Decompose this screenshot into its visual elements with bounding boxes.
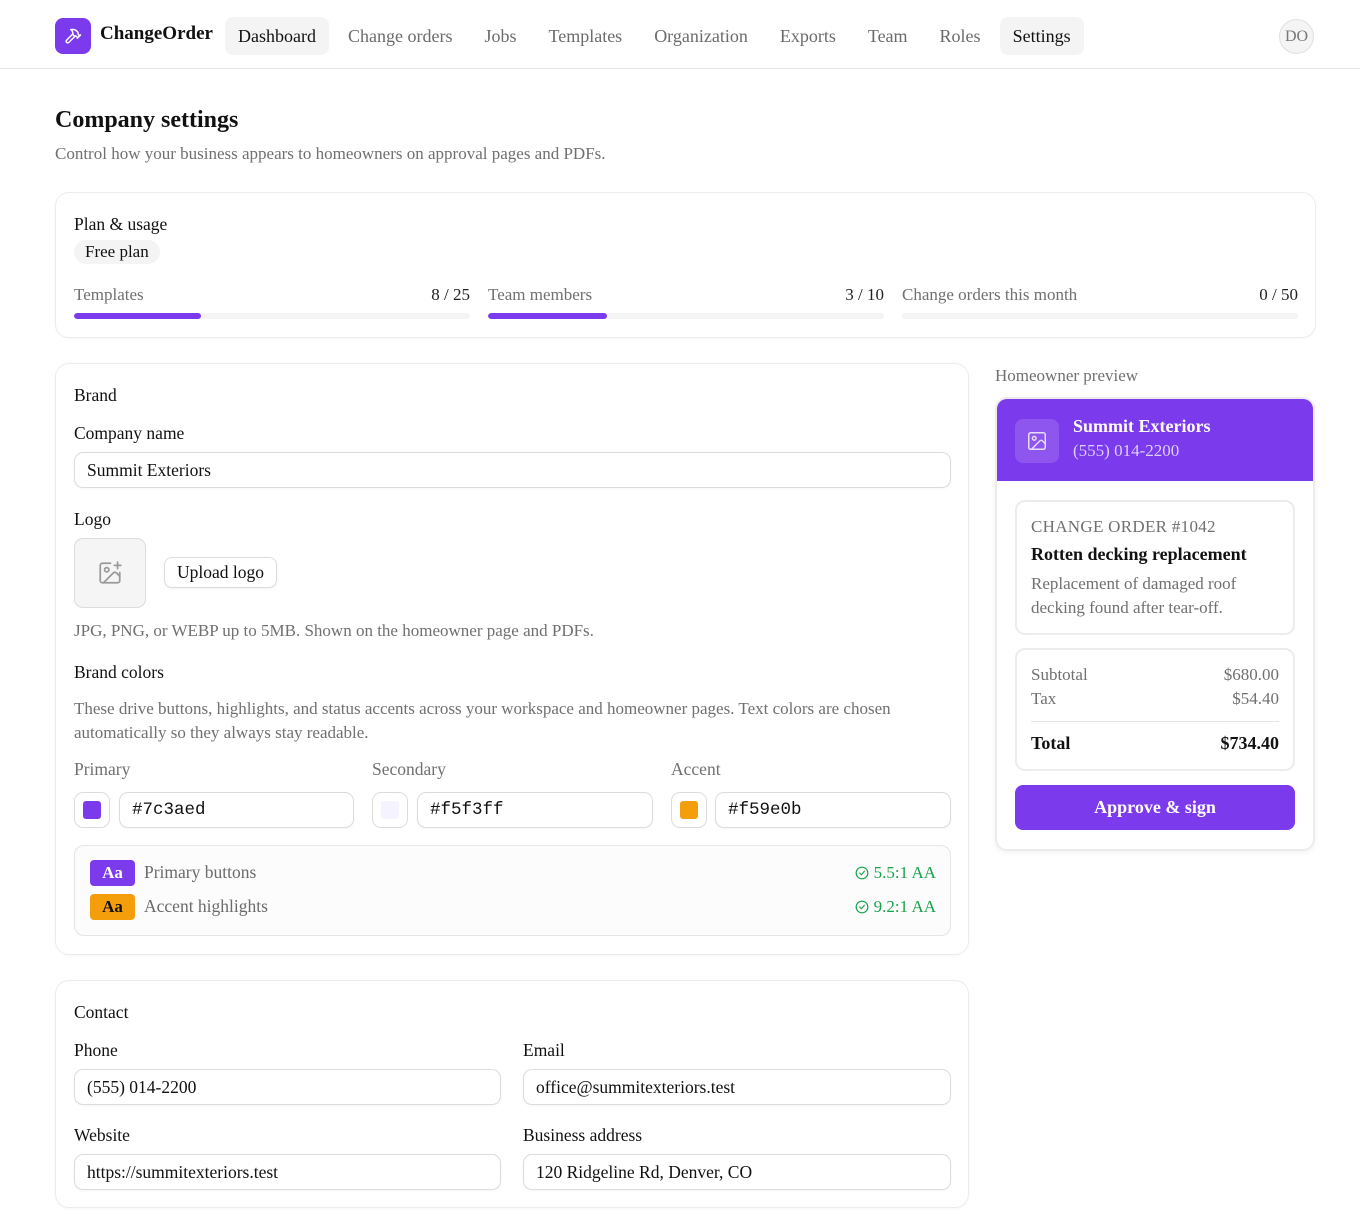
logo-label: Logo bbox=[74, 509, 111, 529]
primary-color-label: Primary bbox=[74, 759, 131, 779]
company-name-input[interactable]: Summit Exteriors bbox=[74, 452, 951, 488]
preview-phone: (555) 014-2200 bbox=[1073, 441, 1180, 460]
usage-label: Team members bbox=[488, 285, 593, 304]
usage-label: Change orders this month bbox=[902, 285, 1078, 304]
top-navigation-bar: ChangeOrder Dashboard Change orders Jobs… bbox=[0, 0, 1360, 69]
usage-count: 0 / 50 bbox=[1259, 285, 1298, 304]
check-circle-icon bbox=[855, 866, 869, 880]
contrast-ratio-text: 9.2:1 AA bbox=[873, 897, 936, 916]
plan-usage-title: Plan & usage bbox=[74, 214, 168, 234]
company-name-label: Company name bbox=[74, 423, 185, 443]
nav-item-exports[interactable]: Exports bbox=[767, 17, 849, 55]
contrast-chip-primary: Aa bbox=[90, 860, 135, 886]
homeowner-preview-card: Summit Exteriors (555) 014-2200 CHANGE O… bbox=[995, 397, 1315, 851]
totals-divider bbox=[1031, 721, 1279, 722]
secondary-color-input[interactable]: #f5f3ff bbox=[417, 792, 653, 828]
brand-colors-label: Brand colors bbox=[74, 662, 164, 682]
logo-help-text: JPG, PNG, or WEBP up to 5MB. Shown on th… bbox=[74, 621, 594, 640]
page-title: Company settings bbox=[55, 107, 239, 133]
change-order-description: Replacement of damaged roof decking foun… bbox=[1031, 574, 1237, 617]
upload-logo-button[interactable]: Upload logo bbox=[164, 557, 278, 588]
contact-card: Contact Phone (555) 014-2200 Email offic… bbox=[55, 980, 969, 1208]
secondary-color-swatch-button[interactable] bbox=[372, 792, 408, 828]
change-order-number: CHANGE ORDER #1042 bbox=[1031, 517, 1216, 536]
main-nav: Dashboard Change orders Jobs Templates O… bbox=[225, 17, 1090, 55]
total-label: Total bbox=[1031, 733, 1071, 753]
business-address-input[interactable]: 120 Ridgeline Rd, Denver, CO bbox=[523, 1154, 951, 1190]
contrast-label-primary: Primary buttons bbox=[144, 862, 257, 882]
preview-change-order-card: CHANGE ORDER #1042 Rotten decking replac… bbox=[1015, 500, 1295, 635]
hammer-icon bbox=[65, 28, 82, 44]
phone-label: Phone bbox=[74, 1040, 118, 1060]
usage-progress-fill bbox=[74, 313, 201, 319]
app-name[interactable]: ChangeOrder bbox=[100, 23, 213, 45]
accent-color-label: Accent bbox=[671, 759, 721, 779]
plan-usage-card: Plan & usage Free plan Templates 8 / 25 … bbox=[55, 192, 1316, 338]
email-label: Email bbox=[523, 1040, 565, 1060]
nav-item-organization[interactable]: Organization bbox=[641, 17, 761, 55]
usage-progress-track bbox=[488, 313, 884, 319]
secondary-color-label: Secondary bbox=[372, 759, 446, 779]
page-subtitle: Control how your business appears to hom… bbox=[55, 144, 606, 163]
primary-color-input[interactable]: #7c3aed bbox=[119, 792, 354, 828]
brand-card: Brand Company name Summit Exteriors Logo… bbox=[55, 363, 969, 955]
contrast-chip-accent: Aa bbox=[90, 894, 135, 920]
website-input[interactable]: https://summitexteriors.test bbox=[74, 1154, 501, 1190]
contrast-label-accent: Accent highlights bbox=[144, 896, 268, 916]
tax-value: $54.40 bbox=[1232, 689, 1279, 708]
preview-logo-placeholder bbox=[1015, 419, 1059, 463]
nav-item-settings[interactable]: Settings bbox=[999, 17, 1084, 55]
email-input[interactable]: office@summitexteriors.test bbox=[523, 1069, 951, 1105]
usage-progress-track bbox=[902, 313, 1298, 319]
preview-header: Summit Exteriors (555) 014-2200 bbox=[997, 399, 1313, 481]
total-value: $734.40 bbox=[1220, 733, 1280, 753]
homeowner-preview-label: Homeowner preview bbox=[995, 366, 1139, 385]
change-order-title: Rotten decking replacement bbox=[1031, 544, 1247, 564]
nav-item-team[interactable]: Team bbox=[855, 17, 921, 55]
usage-label: Templates bbox=[74, 285, 144, 304]
brand-colors-help-text: These drive buttons, highlights, and sta… bbox=[74, 699, 891, 742]
accent-color-input[interactable]: #f59e0b bbox=[715, 792, 951, 828]
accent-color-swatch-button[interactable] bbox=[671, 792, 707, 828]
secondary-color-swatch bbox=[381, 801, 399, 819]
primary-color-swatch-button[interactable] bbox=[74, 792, 110, 828]
logo-placeholder[interactable] bbox=[74, 538, 146, 608]
website-label: Website bbox=[74, 1125, 130, 1145]
contrast-ratio-primary: 5.5:1 AA bbox=[855, 863, 936, 883]
nav-item-jobs[interactable]: Jobs bbox=[471, 17, 529, 55]
preview-totals-card: Subtotal $680.00 Tax $54.40 Total $734.4… bbox=[1015, 648, 1295, 771]
primary-color-swatch bbox=[83, 801, 101, 819]
user-avatar[interactable]: DO bbox=[1279, 19, 1314, 54]
phone-input[interactable]: (555) 014-2200 bbox=[74, 1069, 501, 1105]
nav-item-dashboard[interactable]: Dashboard bbox=[225, 17, 329, 55]
image-icon bbox=[1028, 432, 1046, 450]
business-address-label: Business address bbox=[523, 1125, 643, 1145]
nav-item-templates[interactable]: Templates bbox=[535, 17, 635, 55]
app-logo-badge[interactable] bbox=[55, 18, 91, 54]
nav-item-roles[interactable]: Roles bbox=[927, 17, 994, 55]
usage-count: 3 / 10 bbox=[845, 285, 884, 304]
image-add-icon bbox=[99, 561, 122, 584]
preview-company-name: Summit Exteriors bbox=[1073, 416, 1211, 436]
accent-color-swatch bbox=[680, 801, 698, 819]
contrast-ratio-accent: 9.2:1 AA bbox=[855, 897, 936, 917]
contrast-check-panel: Aa Primary buttons 5.5:1 AA Aa Accent hi… bbox=[74, 845, 951, 936]
subtotal-value: $680.00 bbox=[1223, 665, 1279, 684]
contrast-ratio-text: 5.5:1 AA bbox=[873, 863, 936, 882]
usage-count: 8 / 25 bbox=[431, 285, 470, 304]
usage-progress-fill bbox=[488, 313, 607, 319]
approve-and-sign-button[interactable]: Approve & sign bbox=[1015, 785, 1295, 830]
check-circle-icon bbox=[855, 900, 869, 914]
usage-progress-track bbox=[74, 313, 470, 319]
contact-title: Contact bbox=[74, 1002, 129, 1022]
brand-title: Brand bbox=[74, 385, 117, 405]
plan-badge: Free plan bbox=[74, 240, 160, 264]
tax-label: Tax bbox=[1031, 689, 1057, 708]
nav-item-change-orders[interactable]: Change orders bbox=[335, 17, 465, 55]
subtotal-label: Subtotal bbox=[1031, 665, 1088, 684]
